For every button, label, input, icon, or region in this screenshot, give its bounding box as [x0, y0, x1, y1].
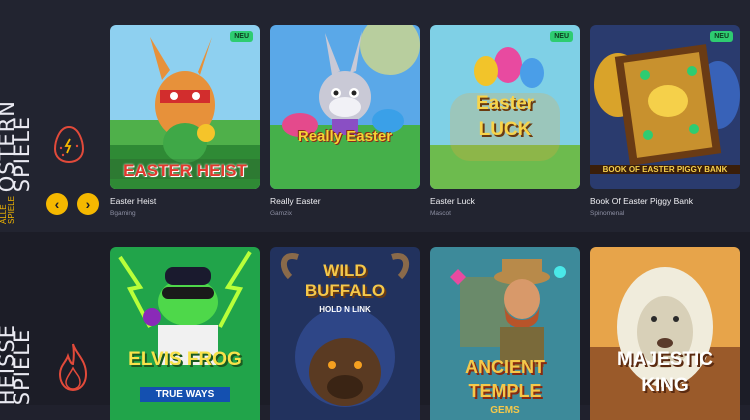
game-thumbnail[interactable]: EASTER HEIST NEU [110, 25, 260, 189]
game-card[interactable]: ELVIS FROG TRUE WAYS [110, 247, 260, 420]
game-provider: Spinomenal [590, 210, 625, 217]
new-badge: NEU [710, 31, 733, 42]
game-art-title: BOOK OF EASTER PIGGY BANK [590, 165, 740, 174]
game-title[interactable]: Easter Heist [110, 196, 260, 206]
hot-games-section: HEISSE SPIELE ELVIS FROG TRUE WAYS WILD … [0, 232, 750, 420]
game-art-title: WILD BUFFALO [304, 261, 386, 300]
game-art-title: ELVIS FROG [128, 349, 242, 370]
game-thumbnail[interactable]: ANCIENT TEMPLE GEMS [430, 247, 580, 420]
all-games-link[interactable]: ALLE SPIELE [0, 196, 18, 224]
game-card[interactable]: Really Easter Really Easter Gamzix [270, 25, 420, 217]
easter-section-sidebar: OSTERN SPIELE ALLE SPIELE ‹ › [0, 0, 105, 232]
section-title-hot: HEISSE SPIELE [0, 323, 34, 405]
game-card[interactable]: WILD BUFFALO HOLD N LINK [270, 247, 420, 420]
carousel-next-button[interactable]: › [77, 193, 99, 215]
game-thumbnail[interactable]: WILD BUFFALO HOLD N LINK [270, 247, 420, 420]
game-card[interactable]: ANCIENT TEMPLE GEMS [430, 247, 580, 420]
game-art-subtitle: HOLD N LINK [319, 305, 371, 314]
game-art-title: ANCIENT TEMPLE [465, 357, 545, 401]
easter-games-section: OSTERN SPIELE ALLE SPIELE ‹ › EASTER HEI… [0, 0, 750, 232]
game-art-title: MAJESTIC KING [616, 349, 714, 396]
game-thumbnail[interactable]: Really Easter [270, 25, 420, 189]
game-card[interactable]: MAJESTIC KING [590, 247, 740, 420]
game-provider: Gamzix [270, 210, 293, 217]
chevron-left-icon: ‹ [54, 196, 60, 212]
game-title[interactable]: Book Of Easter Piggy Bank [590, 196, 740, 206]
game-art-title: EASTER HEIST [123, 161, 247, 180]
game-art-subtitle: GEMS [490, 405, 520, 416]
game-title[interactable]: Easter Luck [430, 196, 580, 206]
game-card[interactable]: EASTER HEIST NEU Easter Heist Bgaming [110, 25, 260, 217]
game-art-title: Easter LUCK [475, 93, 535, 140]
new-badge: NEU [230, 31, 253, 42]
carousel-prev-button[interactable]: ‹ [46, 193, 68, 215]
new-badge: NEU [550, 31, 573, 42]
game-thumbnail[interactable]: BOOK OF EASTER PIGGY BANK NEU [590, 25, 740, 189]
game-card[interactable]: BOOK OF EASTER PIGGY BANK NEU Book Of Ea… [590, 25, 740, 217]
game-thumbnail[interactable]: Easter LUCK NEU [430, 25, 580, 189]
chevron-right-icon: › [85, 196, 91, 212]
game-thumbnail[interactable]: MAJESTIC KING [590, 247, 740, 420]
game-art-title: Really Easter [297, 128, 393, 145]
hot-section-sidebar: HEISSE SPIELE [0, 232, 105, 405]
section-title-easter: OSTERN SPIELE [0, 99, 34, 192]
easter-egg-icon [53, 125, 85, 164]
game-art-subtitle: TRUE WAYS [140, 387, 230, 402]
game-card[interactable]: Easter LUCK NEU Easter Luck Mascot [430, 25, 580, 217]
flame-icon [58, 343, 88, 392]
game-provider: Mascot [430, 210, 451, 217]
game-thumbnail[interactable]: ELVIS FROG TRUE WAYS [110, 247, 260, 420]
game-title[interactable]: Really Easter [270, 196, 420, 206]
game-provider: Bgaming [110, 210, 136, 217]
